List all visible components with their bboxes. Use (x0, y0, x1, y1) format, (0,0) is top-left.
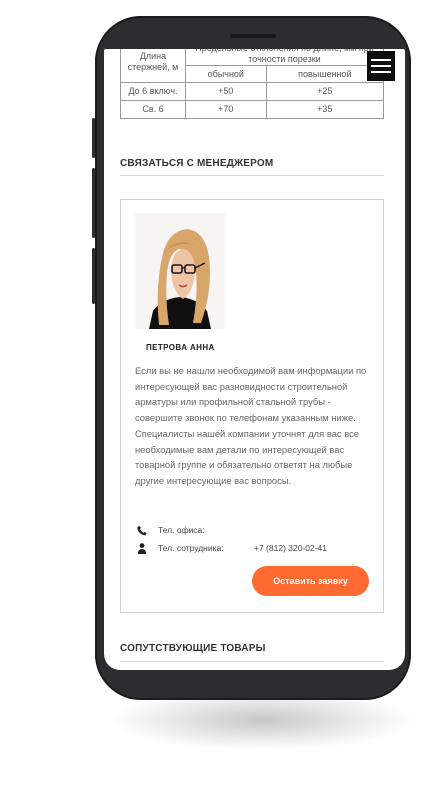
table-row: Св. 6 +70 +35 (120, 100, 385, 119)
rebar-length-tolerance-table: Длина стержней, м Предельные отклонения … (120, 49, 385, 119)
person-icon (137, 542, 147, 554)
staff-phone-label: Тел. сотрудника: (158, 543, 224, 553)
staff-phone-row: Тел. сотрудника: +7 (812) 320-02-41 (137, 542, 327, 554)
table-header-deviation: Предельные отклонения по длине, мм при т… (185, 49, 384, 67)
table-cell-length: Св. 6 (120, 100, 186, 119)
table-row: До 6 включ. +50 +25 (120, 82, 385, 101)
staff-phone-value[interactable]: +7 (812) 320-02-41 (254, 543, 327, 553)
phone-speaker (230, 34, 276, 38)
manager-description: Если вы не нашли необходимой вам информа… (135, 365, 367, 486)
table-cell-normal: +70 (185, 100, 267, 119)
section-divider (120, 661, 384, 662)
table-cell-length: До 6 включ. (120, 82, 186, 101)
manager-photo (135, 213, 225, 329)
section-divider (120, 175, 384, 176)
related-products-title: СОПУТСТВУЮЩИЕ ТОВАРЫ (120, 643, 266, 654)
manager-name: ПЕТРОВА АННА (146, 343, 215, 352)
table-cell-normal: +50 (185, 82, 267, 101)
table-header-length: Длина стержней, м (120, 49, 186, 83)
submit-request-button[interactable]: Оставить заявку (252, 566, 369, 596)
table-cell-high: +25 (265, 82, 385, 101)
office-phone-label: Тел. офиса: (158, 525, 205, 535)
manager-card: ПЕТРОВА АННА Если вы не нашли необходимо… (120, 199, 384, 613)
table-cell-high: +35 (265, 100, 385, 119)
phone-icon (137, 525, 147, 535)
hamburger-menu-icon[interactable] (367, 51, 395, 81)
table-header-normal: обычной (185, 65, 267, 83)
office-phone-row: Тел. офиса: (137, 524, 254, 536)
phone-screen: Длина стержней, м Предельные отклонения … (104, 49, 405, 670)
contact-section-title: СВЯЗАТЬСЯ С МЕНЕДЖЕРОМ (120, 158, 274, 169)
table-header-high: повышенной (265, 65, 385, 83)
